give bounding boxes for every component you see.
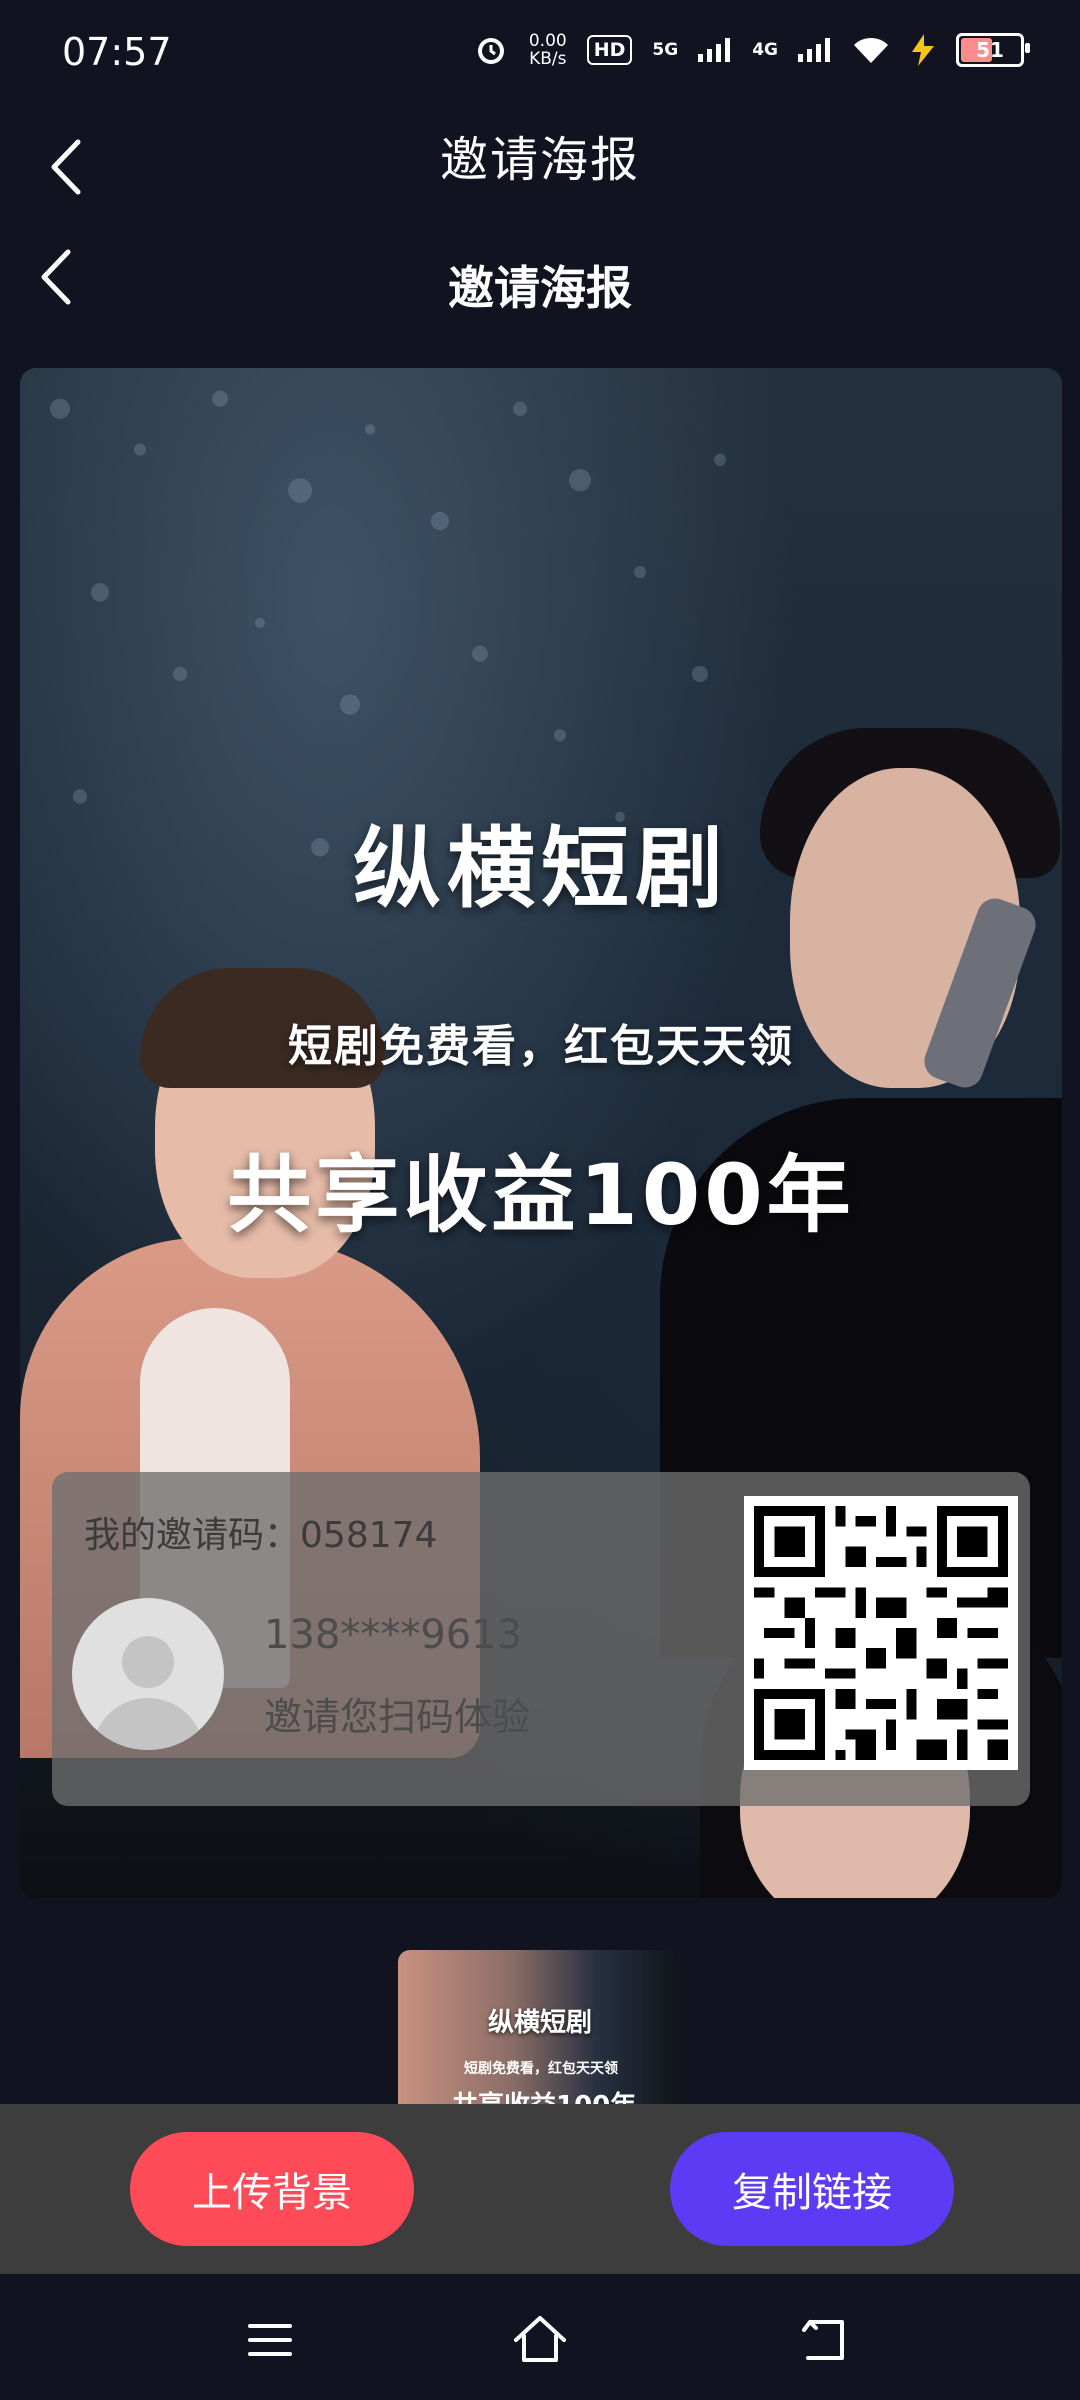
signal-icon [698, 38, 731, 62]
home-icon[interactable] [510, 2310, 570, 2370]
invite-code-value: 058174 [300, 1515, 438, 1556]
network-5g-label: 5G [652, 40, 679, 60]
invite-code-line: 我的邀请码：058174 [84, 1506, 437, 1558]
wifi-icon [854, 37, 888, 63]
invite-poster: 纵横短剧 短剧免费看，红包天天领 共享收益100年 我的邀请码：058174 1… [20, 368, 1062, 1898]
signal-icon [798, 38, 830, 62]
qr-code [744, 1496, 1018, 1770]
status-bar: 07:57 0.00 KB/s HD 5G 4G 51 [0, 0, 1080, 110]
status-time: 07:57 [62, 30, 172, 74]
thumbnail-title: 纵横短剧 [488, 2008, 593, 2038]
page-title: 邀请海报 [439, 132, 640, 188]
menu-icon[interactable] [240, 2310, 300, 2370]
inviter-phone: 138****9613 [264, 1612, 523, 1658]
thumbnail-slogan: 共享收益100年 [452, 2085, 636, 2104]
battery-level: 51 [976, 38, 1004, 62]
network-speed-unit: KB/s [529, 49, 567, 69]
app-header: 邀请海报 [0, 110, 1080, 230]
invite-card: 我的邀请码：058174 138****9613 邀请您扫码体验 [52, 1472, 1030, 1806]
avatar-shoulders [92, 1698, 204, 1750]
alarm-icon [477, 38, 504, 64]
thumbnail-subline: 短剧免费看，红包天天领 [464, 2061, 618, 2077]
avatar-head [122, 1636, 174, 1688]
invite-code-label: 我的邀请码： [84, 1515, 301, 1556]
poster-subline: 短剧免费看，红包天天领 [288, 1021, 794, 1072]
page-header: 邀请海报 [0, 230, 1080, 350]
qr-code-icon [754, 1506, 1008, 1760]
avatar [72, 1598, 224, 1750]
hd-badge: HD [586, 35, 633, 65]
upload-background-button[interactable]: 上传背景 [130, 2132, 414, 2246]
back-icon[interactable] [796, 2310, 856, 2370]
network-speed-value: 0.00 [528, 31, 567, 51]
network-4g-label: 4G [752, 40, 778, 60]
status-icons: 0.00 KB/s HD 5G 4G 51 [473, 32, 1030, 68]
network-speed: 0.00 KB/s [529, 32, 567, 68]
page-heading: 邀请海报 [448, 261, 632, 315]
system-nav-bar [0, 2274, 1080, 2400]
poster-thumbnail[interactable]: 纵横短剧 短剧免费看，红包天天领 共享收益100年 [398, 1950, 684, 2104]
poster-slogan: 共享收益100年 [227, 1146, 855, 1244]
battery-icon: 51 [956, 33, 1030, 67]
poster-headline: 纵横短剧 [352, 817, 729, 920]
charging-icon [912, 34, 934, 66]
copy-link-button[interactable]: 复制链接 [670, 2132, 954, 2246]
invite-message: 邀请您扫码体验 [264, 1695, 531, 1739]
action-bar: 上传背景 复制链接 [0, 2104, 1080, 2274]
